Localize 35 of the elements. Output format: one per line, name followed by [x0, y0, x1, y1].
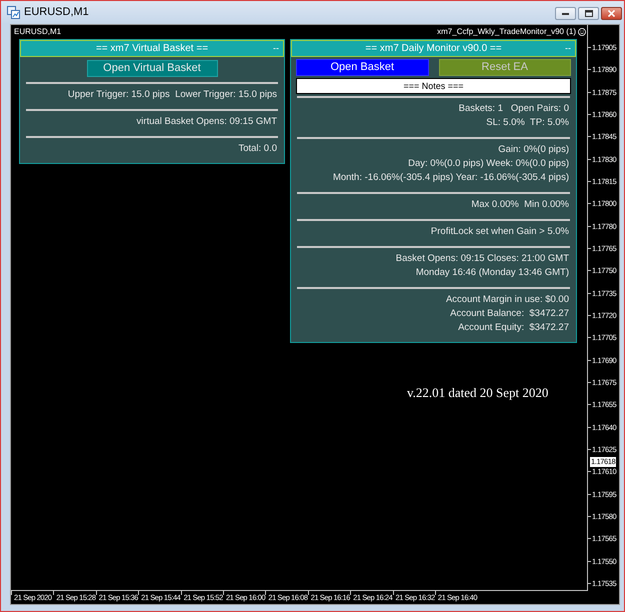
stat-text: virtual Basket Opens: 09:15 GMT: [136, 115, 277, 129]
stat-text: Basket Opens: 09:15 Closes: 21:00 GMT: [396, 252, 569, 266]
stat-text: ProfitLock set when Gain > 5.0%: [430, 225, 569, 239]
version-note: v.22.01 dated 20 Sept 2020: [407, 385, 548, 401]
stat-text: SL: 5.0% TP: 5.0%: [486, 116, 569, 130]
stat-text: Total: 0.0: [238, 142, 277, 156]
panel-button[interactable]: Reset EA: [438, 59, 571, 76]
close-icon: [608, 10, 615, 17]
symbol-label: EURUSD,M1: [14, 27, 62, 37]
stat-text: Day: 0%(0.0 pips) Week: 0%(0.0 pips): [408, 157, 569, 171]
minimize-button[interactable]: --: [564, 42, 572, 54]
stat-text: Baskets: 1 Open Pairs: 0: [458, 102, 569, 116]
open-virtual-basket-button[interactable]: Open Virtual Basket: [86, 60, 218, 77]
minimize-icon: [562, 12, 569, 14]
smiley-icon: [578, 28, 586, 36]
minimize-button[interactable]: --: [272, 42, 280, 54]
stat-text: Max 0.00% Min 0.00%: [471, 198, 569, 212]
window-title: EURUSD,M1: [24, 5, 89, 20]
stat-text: Upper Trigger: 15.0 pips Lower Trigger: 15.0 pips: [68, 88, 277, 102]
stat-text: Account Margin in use: $0.00: [446, 293, 569, 307]
panel-title: == xm7 Virtual Basket ==: [96, 42, 208, 54]
panel-title: == xm7 Daily Monitor v90.0 ==: [365, 42, 502, 54]
maximize-icon: [584, 10, 592, 17]
maximize-button[interactable]: [578, 7, 599, 20]
stat-text: Account Equity: $3472.27: [458, 321, 569, 335]
notes-button[interactable]: === Notes ===: [296, 78, 571, 94]
stat-text: Month: -16.06%(-305.4 pips) Year: -16.06%(-305.4 pips): [332, 171, 569, 185]
minimize-button[interactable]: [555, 7, 576, 20]
chart-window-icon: [7, 6, 20, 19]
panel-button[interactable]: Open Basket: [296, 59, 428, 76]
close-button[interactable]: [601, 7, 622, 20]
stat-text: Account Balance: $3472.27: [450, 307, 569, 321]
stat-text: Monday 16:46 (Monday 13:46 GMT): [416, 266, 569, 280]
indicator-label: xm7_Ccfp_Wkly_TradeMonitor_v90 (1): [437, 27, 576, 37]
stat-text: Gain: 0%(0 pips): [498, 143, 569, 157]
